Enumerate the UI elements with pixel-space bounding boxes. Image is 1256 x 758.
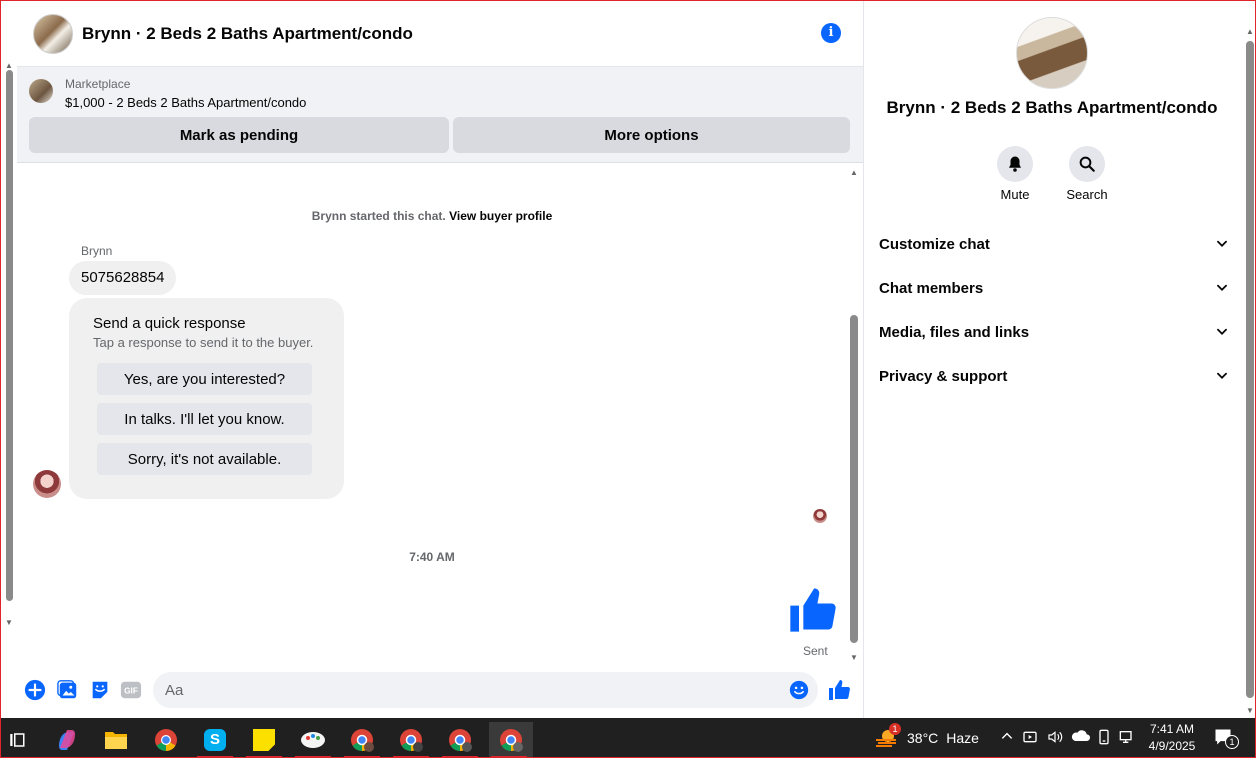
scrollbar-thumb[interactable] [850, 315, 858, 643]
messages-scrollbar[interactable]: ▲ ▼ [849, 168, 859, 662]
search-label: Search [1066, 187, 1108, 202]
quick-response-not-available-button[interactable]: Sorry, it's not available. [97, 443, 312, 475]
chrome-profile-icon[interactable] [342, 722, 382, 757]
plus-icon[interactable] [24, 679, 46, 701]
chat-header: Brynn · 2 Beds 2 Baths Apartment/condo i [17, 1, 863, 67]
chevron-up-icon[interactable] [1000, 729, 1014, 746]
quick-response-in-talks-button[interactable]: In talks. I'll let you know. [97, 403, 312, 435]
view-buyer-profile-link[interactable]: View buyer profile [449, 209, 552, 223]
gif-icon[interactable]: GIF [120, 679, 142, 701]
section-label: Customize chat [879, 235, 990, 253]
notification-count: 1 [1225, 735, 1239, 749]
weather-haze-icon: 1 [875, 723, 901, 748]
chat-started-notice: Brynn started this chat. View buyer prof… [17, 209, 847, 223]
listing-thumbnail[interactable] [29, 79, 53, 103]
scroll-down-arrow-icon[interactable]: ▼ [5, 618, 13, 627]
seen-by-avatar [813, 509, 827, 523]
volume-icon[interactable] [1046, 729, 1064, 748]
taskbar: S 1 38°C Haze 7:41 AM 4/9/2025 1 [1, 718, 1255, 757]
meet-now-icon[interactable] [1022, 729, 1038, 748]
message-bubble[interactable]: 5075628854 [69, 261, 177, 295]
skype-icon[interactable]: S [195, 722, 235, 757]
onedrive-icon[interactable] [1070, 729, 1090, 746]
thumbs-up-icon[interactable] [827, 678, 851, 702]
sender-name: Brynn [81, 244, 113, 258]
scroll-down-arrow-icon[interactable]: ▼ [1246, 706, 1254, 715]
section-label: Privacy & support [879, 367, 1008, 385]
chevron-down-icon [1217, 372, 1227, 379]
chevron-down-icon [1217, 328, 1227, 335]
details-avatar[interactable] [1016, 17, 1088, 89]
message-timestamp: 7:40 AM [409, 550, 455, 564]
notification-center-icon[interactable]: 1 [1213, 727, 1239, 751]
mute-button[interactable]: Mute [985, 146, 1045, 202]
task-view-icon[interactable] [1, 722, 37, 757]
chevron-down-icon [1217, 240, 1227, 247]
chrome-profile-icon-active[interactable] [489, 722, 533, 757]
weather-widget[interactable]: 1 38°C Haze [875, 723, 979, 748]
quick-response-title: Send a quick response [93, 315, 246, 332]
more-options-button[interactable]: More options [453, 117, 850, 153]
copilot-icon[interactable] [47, 722, 87, 757]
paint-icon[interactable] [293, 722, 333, 757]
thumbs-up-icon[interactable] [786, 584, 838, 636]
device-icon[interactable] [1096, 729, 1112, 748]
chrome-profile-icon[interactable] [440, 722, 480, 757]
chevron-down-icon [1217, 284, 1227, 291]
bell-icon[interactable] [997, 146, 1033, 182]
details-name: Brynn · 2 Beds 2 Baths Apartment/condo [886, 98, 1218, 117]
clock-time: 7:41 AM [1149, 722, 1195, 736]
chat-title[interactable]: Brynn · 2 Beds 2 Baths Apartment/condo [82, 24, 413, 44]
listing-bar: Marketplace $1,000 - 2 Beds 2 Baths Apar… [17, 67, 863, 163]
chat-members-section[interactable]: Chat members [879, 273, 1229, 303]
message-input[interactable] [153, 672, 818, 708]
emoji-icon[interactable] [789, 680, 809, 700]
chat-panel: ▲ ▼ Brynn · 2 Beds 2 Baths Apartment/con… [1, 1, 863, 718]
privacy-support-section[interactable]: Privacy & support [879, 361, 1229, 391]
mute-label: Mute [1000, 187, 1030, 202]
info-icon[interactable]: i [821, 23, 841, 43]
customize-chat-section[interactable]: Customize chat [879, 229, 1229, 259]
details-scrollbar[interactable]: ▲ ▼ [1246, 27, 1255, 715]
scroll-up-arrow-icon[interactable]: ▲ [1246, 27, 1254, 36]
file-explorer-icon[interactable] [96, 722, 136, 757]
weather-badge: 1 [889, 723, 901, 735]
sticky-notes-icon[interactable] [244, 722, 284, 757]
chrome-profile-icon[interactable] [391, 722, 431, 757]
network-icon[interactable] [1118, 729, 1136, 748]
photo-icon[interactable] [57, 679, 79, 701]
listing-source: Marketplace [65, 77, 131, 91]
chat-started-text: Brynn started this chat. [311, 209, 446, 223]
quick-response-subtitle: Tap a response to send it to the buyer. [93, 335, 314, 350]
mark-as-pending-button[interactable]: Mark as pending [29, 117, 449, 153]
chrome-icon[interactable] [146, 722, 186, 757]
scrollbar-thumb[interactable] [1246, 41, 1254, 698]
composer: GIF [17, 669, 863, 717]
chat-details-panel: Brynn · 2 Beds 2 Baths Apartment/condo M… [863, 1, 1255, 718]
scrollbar-thumb[interactable] [6, 70, 13, 601]
chat-scrollbar[interactable]: ▲ ▼ [3, 61, 16, 627]
app-window: ▲ ▼ Brynn · 2 Beds 2 Baths Apartment/con… [0, 0, 1256, 758]
sent-status: Sent [803, 644, 828, 658]
quick-response-card: Send a quick response Tap a response to … [69, 298, 344, 499]
sticker-icon[interactable] [89, 679, 111, 701]
weather-condition: Haze [946, 730, 979, 746]
media-files-links-section[interactable]: Media, files and links [879, 317, 1229, 347]
system-clock[interactable]: 7:41 AM 4/9/2025 [1141, 721, 1203, 755]
listing-avatar[interactable] [33, 13, 73, 54]
sender-avatar[interactable] [33, 470, 61, 498]
gif-label: GIF [124, 687, 138, 696]
section-label: Media, files and links [879, 323, 1030, 341]
weather-temperature: 38°C [907, 730, 939, 746]
search-button[interactable]: Search [1057, 146, 1117, 202]
message-list: ▲ ▼ Brynn started this chat. View buyer … [17, 164, 863, 669]
clock-date: 4/9/2025 [1148, 739, 1196, 753]
scroll-up-arrow-icon[interactable]: ▲ [850, 168, 858, 177]
scroll-up-arrow-icon[interactable]: ▲ [5, 61, 13, 70]
quick-response-interested-button[interactable]: Yes, are you interested? [97, 363, 312, 395]
scroll-down-arrow-icon[interactable]: ▼ [850, 653, 858, 662]
search-icon[interactable] [1069, 146, 1105, 182]
listing-summary[interactable]: $1,000 - 2 Beds 2 Baths Apartment/condo [65, 95, 306, 110]
section-label: Chat members [879, 279, 984, 297]
